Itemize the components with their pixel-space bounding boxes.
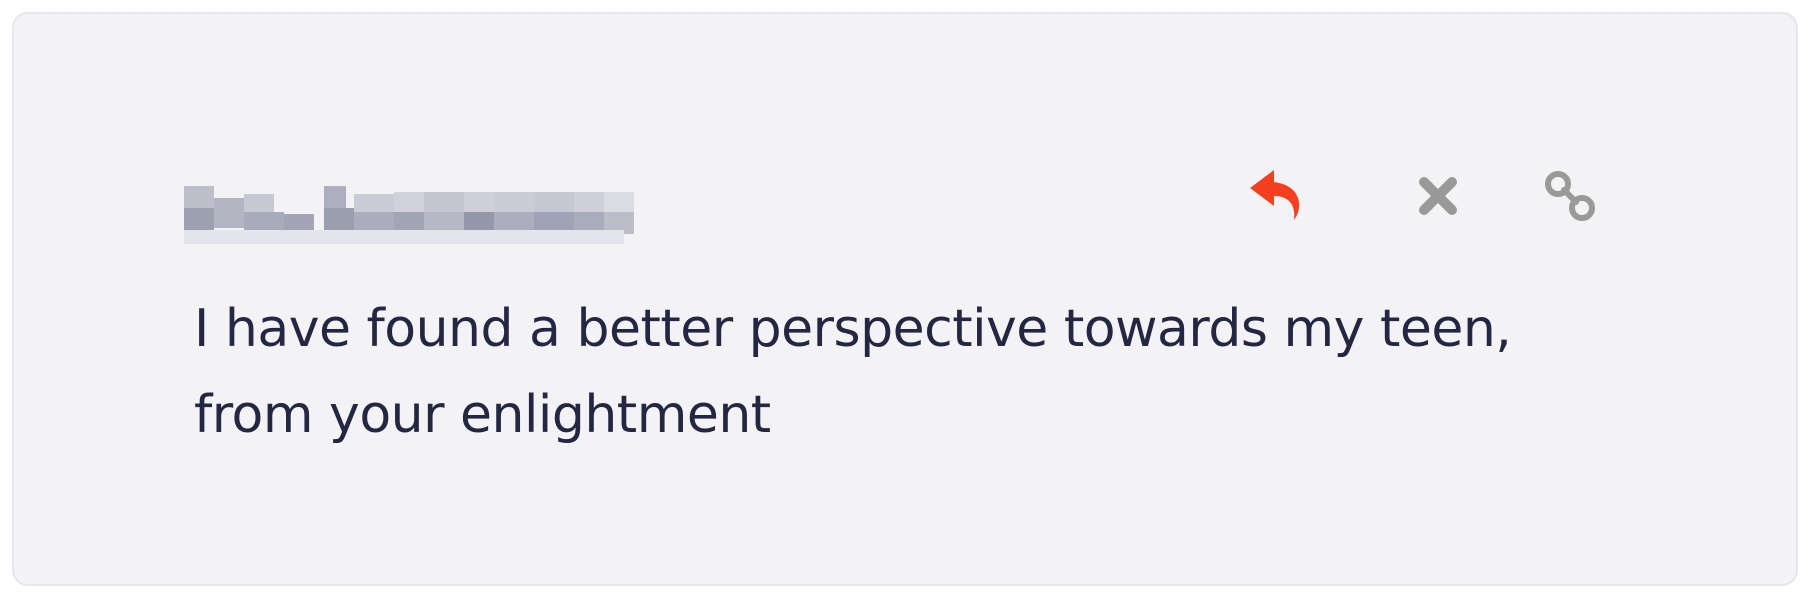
reply-arrow-icon (1250, 170, 1300, 220)
copy-link-button[interactable] (1538, 164, 1602, 228)
comment-text: I have found a better perspective toward… (194, 299, 1512, 445)
link-chain-icon (1545, 171, 1595, 221)
reply-button[interactable] (1244, 164, 1308, 228)
redacted-author-pixelation (174, 168, 666, 258)
close-icon (1419, 177, 1457, 215)
delete-button[interactable] (1406, 164, 1470, 228)
comment-card: I have found a better perspective toward… (12, 12, 1798, 586)
